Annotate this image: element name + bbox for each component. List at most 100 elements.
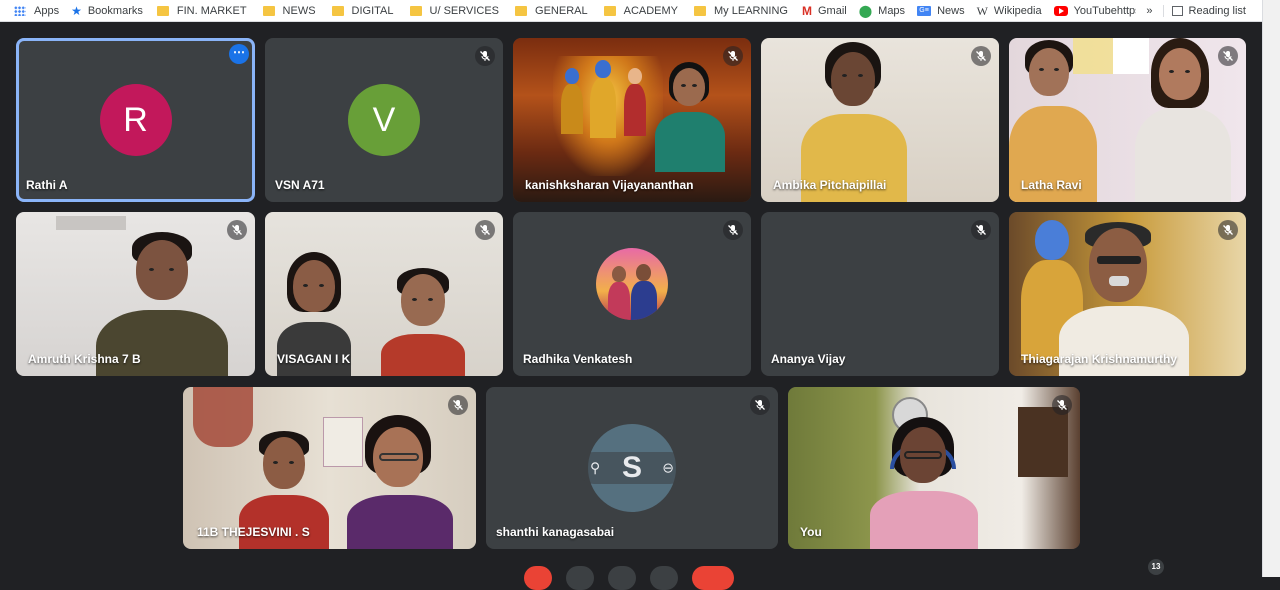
participant-name: VSN A71 xyxy=(275,178,325,192)
participant-tile[interactable]: R ⋯ Rathi A xyxy=(16,38,255,202)
mic-off-icon xyxy=(1052,395,1072,415)
page-scrollbar[interactable] xyxy=(1262,0,1280,577)
participant-tile[interactable]: Thiagarajan Krishnamurthy xyxy=(1009,212,1246,376)
bookmark-folder-u-services[interactable]: U/ SERVICES xyxy=(400,0,506,21)
folder-icon xyxy=(409,5,422,16)
bookmark-label: Maps xyxy=(878,4,906,17)
mic-off-icon xyxy=(723,46,743,66)
folder-icon xyxy=(156,5,169,16)
news-icon: G≡ xyxy=(917,5,932,16)
pin-icon[interactable]: ⚲ xyxy=(590,460,600,477)
bookmark-label: My LEARNING xyxy=(714,4,788,17)
bookmarks-right: » Reading list xyxy=(1136,0,1262,21)
participant-name: Ambika Pitchaipillai xyxy=(773,178,887,192)
bookmark-label: Gmail xyxy=(817,4,847,17)
remove-icon[interactable]: ⊖ xyxy=(662,460,674,477)
participant-name: Rathi A xyxy=(26,178,68,192)
mic-off-icon xyxy=(448,395,468,415)
bookmark-label: News xyxy=(937,4,965,17)
folder-icon xyxy=(603,5,616,16)
bookmark-maps[interactable]: ⬤ Maps xyxy=(853,0,911,21)
bookmark-gmail[interactable]: M Gmail xyxy=(794,0,853,21)
meeting-stage: R ⋯ Rathi A V VSN A71 kanishksharan Vija… xyxy=(0,23,1262,590)
maps-icon: ⬤ xyxy=(858,3,873,18)
bookmark-wikipedia[interactable]: W Wikipedia xyxy=(971,0,1048,21)
bookmark-folder-fin-market[interactable]: FIN. MARKET xyxy=(149,0,253,21)
bookmarks-bar: Apps ★ Bookmarks FIN. MARKET NEWS DIGITA… xyxy=(0,0,1262,22)
camera-toggle-button[interactable] xyxy=(566,566,594,590)
gmail-icon: M xyxy=(801,3,812,18)
avatar-initial: S xyxy=(621,451,643,484)
video-feed xyxy=(788,387,1080,549)
participant-name: Ananya Vijay xyxy=(771,352,846,366)
end-call-button[interactable] xyxy=(692,566,734,590)
bookmark-label: Apps xyxy=(34,4,60,17)
mic-off-icon xyxy=(1218,220,1238,240)
star-icon: ★ xyxy=(71,3,82,18)
mic-off-icon xyxy=(1218,46,1238,66)
mic-off-icon xyxy=(971,220,991,240)
youtube-icon xyxy=(1053,5,1068,16)
bookmark-apps[interactable]: Apps xyxy=(0,0,65,21)
bookmark-label: DIGITAL xyxy=(351,4,394,17)
participant-tile[interactable]: V VSN A71 xyxy=(265,38,503,202)
participant-name: kanishksharan Vijayananthan xyxy=(525,178,694,192)
participant-tile[interactable]: Amruth Krishna 7 B xyxy=(16,212,255,376)
mic-off-icon xyxy=(475,46,495,66)
participant-name: VISAGAN I K xyxy=(277,352,351,366)
bookmarks-overflow-button[interactable]: » xyxy=(1136,5,1164,17)
mic-off-icon xyxy=(723,220,743,240)
avatar: ⚲ S ⊖ xyxy=(578,424,686,512)
reading-list-icon xyxy=(1171,6,1183,16)
bookmark-label: NEWS xyxy=(282,4,316,17)
participant-count-badge[interactable]: 13 xyxy=(1148,559,1164,575)
participant-tile[interactable]: You xyxy=(788,387,1080,549)
mic-off-icon xyxy=(971,46,991,66)
participant-name: Amruth Krishna 7 B xyxy=(28,352,141,366)
participant-tile[interactable]: Latha Ravi xyxy=(1009,38,1246,202)
participant-name: 11B THEJESVINI . S xyxy=(197,525,310,539)
mic-off-icon xyxy=(750,395,770,415)
avatar: R xyxy=(99,84,172,156)
reading-list-button[interactable]: Reading list xyxy=(1189,5,1262,17)
folder-icon xyxy=(694,5,707,16)
participant-name: Thiagarajan Krishnamurthy xyxy=(1021,352,1178,366)
mic-off-icon xyxy=(475,220,495,240)
bookmark-label: ACADEMY xyxy=(623,4,679,17)
participant-tile[interactable]: Ambika Pitchaipillai xyxy=(761,38,999,202)
bookmark-folder-digital[interactable]: DIGITAL xyxy=(322,0,400,21)
wikipedia-icon: W xyxy=(976,3,988,18)
participant-tile[interactable]: VISAGAN I K xyxy=(265,212,503,376)
profile-photo xyxy=(596,248,668,321)
bookmark-folder-general[interactable]: GENERAL xyxy=(505,0,594,21)
participant-tile[interactable]: ⚲ S ⊖ shanthi kanagasabai xyxy=(486,387,778,549)
bookmark-folder-news[interactable]: NEWS xyxy=(253,0,322,21)
captions-button[interactable] xyxy=(608,566,636,590)
present-button[interactable] xyxy=(650,566,678,590)
bookmark-label: GENERAL xyxy=(535,4,588,17)
apps-grid-icon xyxy=(14,5,26,16)
participant-tile[interactable]: 11B THEJESVINI . S xyxy=(183,387,476,549)
bookmark-label: Wikipedia xyxy=(993,4,1042,17)
participant-name: Latha Ravi xyxy=(1021,178,1082,192)
mic-off-icon xyxy=(227,220,247,240)
participant-tile[interactable]: kanishksharan Vijayananthan xyxy=(513,38,751,202)
bookmark-folder-academy[interactable]: ACADEMY xyxy=(594,0,684,21)
participant-name: You xyxy=(800,525,822,539)
folder-icon xyxy=(515,5,528,16)
participant-name: Radhika Venkatesh xyxy=(523,352,633,366)
more-options-icon[interactable]: ⋯ xyxy=(229,44,249,64)
folder-icon xyxy=(331,5,344,16)
participant-tile[interactable]: Radhika Venkatesh xyxy=(513,212,751,376)
participant-tile[interactable]: Ananya Vijay xyxy=(761,212,999,376)
bookmark-label: U/ SERVICES xyxy=(429,4,500,17)
bookmark-bookmarks[interactable]: ★ Bookmarks xyxy=(65,0,149,21)
avatar: V xyxy=(348,84,420,156)
bookmark-news[interactable]: G≡ News xyxy=(911,0,971,21)
bookmark-folder-my-learning[interactable]: My LEARNING xyxy=(684,0,794,21)
bookmark-label: FIN. MARKET xyxy=(176,4,247,17)
mic-toggle-button[interactable] xyxy=(524,566,552,590)
bookmark-label: Bookmarks xyxy=(87,4,143,17)
participant-name: shanthi kanagasabai xyxy=(496,525,615,539)
folder-icon xyxy=(262,5,275,16)
